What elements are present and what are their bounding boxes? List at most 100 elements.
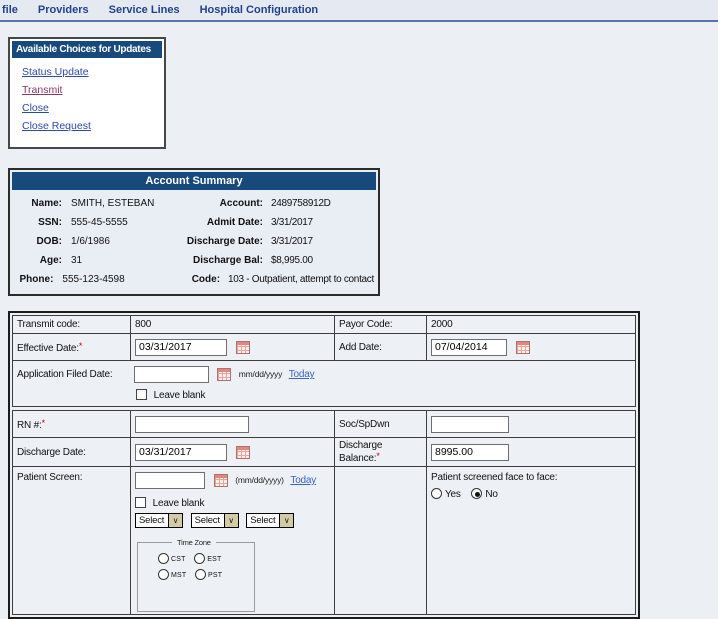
timezone-row: CST EST	[158, 553, 254, 565]
account-summary-row: Name: SMITH, ESTEBAN Account: 2489758912…	[14, 194, 374, 213]
radio-mst[interactable]	[158, 569, 169, 580]
field-label: Phone:	[14, 270, 53, 289]
radio-pst-label: PST	[208, 572, 222, 579]
available-choices-panel: Available Choices for Updates Status Upd…	[8, 37, 166, 149]
effective-date-row: Effective Date:* Add Date:	[13, 334, 636, 361]
select-dropdown-3[interactable]: Select	[246, 513, 294, 528]
required-asterisk: *	[79, 341, 82, 351]
discharge-date-label: Discharge Date:	[17, 447, 86, 458]
field-value: 103 - Outpatient, attempt to contact	[228, 270, 374, 289]
date-format-hint: mm/dd/yyyy	[239, 369, 282, 379]
date-format-hint: (mm/dd/yyyy)	[235, 475, 284, 485]
nav-item-hospital-configuration[interactable]: Hospital Configuration	[200, 4, 319, 16]
select-value: Select	[136, 514, 168, 527]
account-summary-row: Phone: 555-123-4598 Code: 103 - Outpatie…	[14, 270, 374, 289]
today-link[interactable]: Today	[289, 369, 315, 380]
link-close-request[interactable]: Close Request	[22, 121, 162, 132]
payor-code-label: Payor Code:	[339, 319, 392, 330]
link-transmit[interactable]: Transmit	[22, 85, 162, 96]
select-value: Select	[247, 514, 279, 527]
face-to-face-radio-group: Yes No	[431, 488, 631, 500]
field-value: SMITH, ESTEBAN	[71, 194, 175, 213]
leave-blank-label: Leave blank	[154, 390, 206, 401]
discharge-date-row: Discharge Date: Discharge Balance:*	[13, 438, 636, 467]
transmit-code-label: Transmit code:	[17, 319, 80, 330]
select-dropdown-1[interactable]: Select	[135, 513, 183, 528]
patient-screen-input[interactable]	[135, 472, 205, 489]
field-value: 555-123-4598	[62, 270, 147, 289]
radio-no-label: No	[485, 489, 497, 500]
field-label: Discharge Date:	[175, 232, 263, 251]
field-value: 1/6/1986	[71, 232, 175, 251]
select-value: Select	[192, 514, 224, 527]
empty-cell	[335, 467, 427, 615]
radio-pst[interactable]	[195, 569, 206, 580]
soc-spdwn-label: Soc/SpDwn	[339, 419, 389, 430]
field-value: 555-45-5555	[71, 213, 175, 232]
account-summary-body: Name: SMITH, ESTEBAN Account: 2489758912…	[12, 190, 376, 292]
form-table-top: Transmit code: 800 Payor Code: 2000 Effe…	[12, 315, 636, 407]
account-summary-row: SSN: 555-45-5555 Admit Date: 3/31/2017	[14, 213, 374, 232]
radio-yes[interactable]	[431, 488, 442, 499]
radio-mst-label: MST	[171, 572, 186, 579]
available-choices-links: Status Update Transmit Close Close Reque…	[12, 58, 162, 145]
dropdown-arrow-icon	[168, 514, 182, 527]
payor-code-value: 2000	[431, 319, 452, 330]
dropdown-arrow-icon	[224, 514, 238, 527]
field-label: SSN:	[14, 213, 62, 232]
soc-spdwn-input[interactable]	[431, 416, 509, 433]
field-label: Age:	[14, 251, 62, 270]
calendar-icon[interactable]	[236, 446, 250, 459]
leave-blank-checkbox[interactable]	[135, 497, 146, 508]
radio-est[interactable]	[194, 553, 205, 564]
calendar-icon[interactable]	[236, 341, 250, 354]
field-label: Account:	[175, 194, 263, 213]
face-to-face-label: Patient screened face to face:	[431, 472, 631, 483]
available-choices-title: Available Choices for Updates	[12, 41, 162, 58]
calendar-icon[interactable]	[214, 474, 228, 487]
application-filed-date-label: Application Filed Date:	[17, 369, 131, 380]
effective-date-label: Effective Date:	[17, 343, 79, 354]
leave-blank-checkbox[interactable]	[136, 389, 147, 400]
nav-item-file[interactable]: file	[2, 4, 18, 16]
calendar-icon[interactable]	[516, 341, 530, 354]
account-summary-row: Age: 31 Discharge Bal: $8,995.00	[14, 251, 374, 270]
rn-number-input[interactable]	[135, 416, 249, 433]
required-asterisk: *	[42, 418, 45, 428]
field-label: DOB:	[14, 232, 62, 251]
field-value: $8,995.00	[271, 251, 374, 270]
today-link[interactable]: Today	[290, 475, 316, 486]
radio-cst-label: CST	[171, 556, 186, 563]
top-nav: file Providers Service Lines Hospital Co…	[0, 0, 718, 22]
add-date-input[interactable]	[431, 339, 507, 356]
calendar-icon[interactable]	[217, 368, 231, 381]
nav-item-providers[interactable]: Providers	[38, 4, 89, 16]
effective-date-input[interactable]	[135, 339, 227, 356]
radio-cst[interactable]	[158, 553, 169, 564]
nav-item-service-lines[interactable]: Service Lines	[109, 4, 180, 16]
link-close[interactable]: Close	[22, 103, 162, 114]
discharge-balance-input[interactable]	[431, 444, 509, 461]
leave-blank-label: Leave blank	[153, 498, 205, 509]
account-summary-row: DOB: 1/6/1986 Discharge Date: 3/31/2017	[14, 232, 374, 251]
dropdown-arrow-icon	[279, 514, 293, 527]
link-status-update[interactable]: Status Update	[22, 67, 162, 78]
discharge-date-input[interactable]	[135, 444, 227, 461]
rn-number-row: RN #:* Soc/SpDwn	[13, 411, 636, 438]
field-value: 3/31/2017	[271, 213, 374, 232]
timezone-legend: Time Zone	[172, 538, 216, 547]
add-date-label: Add Date:	[339, 342, 382, 353]
field-value: 3/31/2017	[271, 232, 374, 251]
patient-screen-label: Patient Screen:	[17, 472, 82, 483]
timezone-row: MST PST	[158, 569, 254, 581]
radio-no[interactable]	[471, 488, 482, 499]
field-label: Code:	[148, 270, 220, 289]
field-label: Admit Date:	[175, 213, 263, 232]
field-label: Name:	[14, 194, 62, 213]
update-form-panel: Transmit code: 800 Payor Code: 2000 Effe…	[8, 311, 640, 619]
select-dropdown-2[interactable]: Select	[191, 513, 239, 528]
account-summary-panel: Account Summary Name: SMITH, ESTEBAN Acc…	[8, 168, 380, 296]
application-filed-date-input[interactable]	[134, 366, 209, 383]
patient-screen-row: Patient Screen: (mm/dd/yyyy) Today Leave…	[13, 467, 636, 615]
patient-screen-date-line: (mm/dd/yyyy) Today	[135, 472, 330, 489]
